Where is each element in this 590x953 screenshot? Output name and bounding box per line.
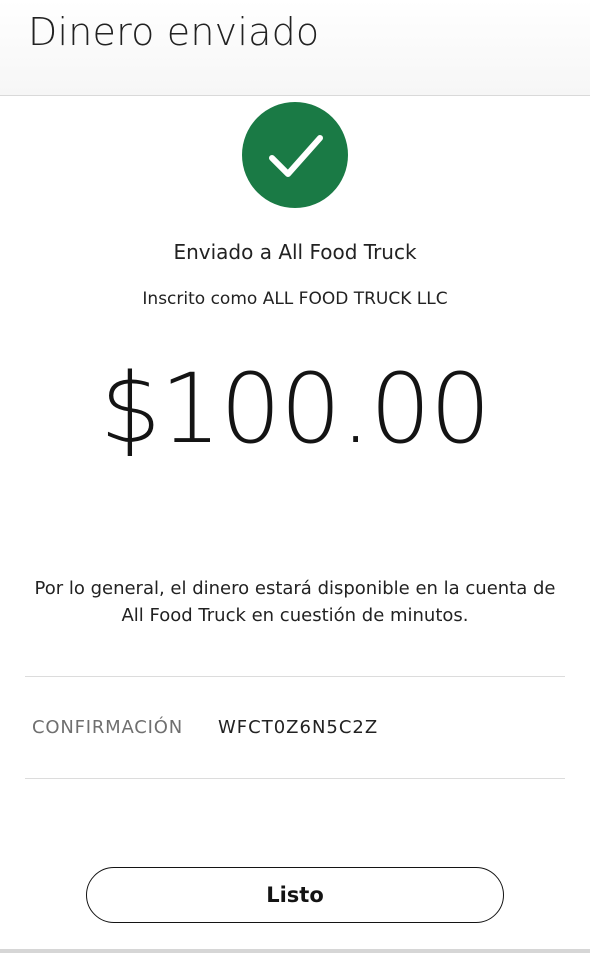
done-button[interactable]: Listo [86, 867, 504, 923]
confirmation-code: WFCT0Z6N5C2Z [218, 717, 379, 738]
page-title: Dinero enviado [28, 10, 320, 54]
recipient-sent-to: Enviado a All Food Truck [173, 240, 417, 264]
confirmation-row: CONFIRMACIÓN WFCT0Z6N5C2Z [32, 717, 378, 738]
check-circle-icon [242, 102, 348, 208]
app-header: Dinero enviado [0, 0, 590, 96]
transfer-amount: $100.00 [100, 353, 491, 465]
divider [25, 778, 565, 779]
divider [25, 676, 565, 677]
bottom-edge [0, 949, 590, 953]
recipient-registered-name: Inscrito como ALL FOOD TRUCK LLC [142, 289, 448, 309]
availability-note: Por lo general, el dinero estará disponi… [34, 578, 556, 626]
confirmation-label: CONFIRMACIÓN [32, 717, 184, 738]
